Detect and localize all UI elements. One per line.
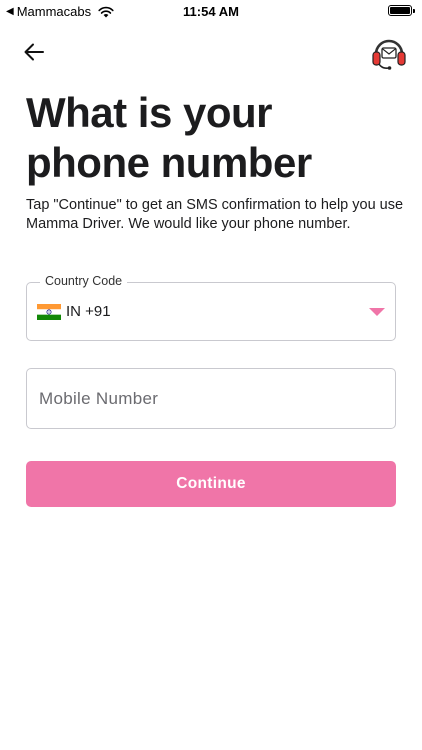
status-bar: ◀ Mammacabs 11:54 AM xyxy=(0,0,422,22)
battery-level xyxy=(390,7,410,14)
country-code-select[interactable]: Country Code IN +91 xyxy=(26,274,396,341)
page-title: What is your phone number xyxy=(26,89,312,186)
caret-down-icon xyxy=(369,308,385,316)
country-code-value-wrap: IN +91 xyxy=(37,303,111,320)
battery-icon xyxy=(388,5,415,16)
india-flag-icon xyxy=(37,303,61,320)
country-code-value: IN +91 xyxy=(66,303,111,320)
headset-support-icon xyxy=(372,39,406,70)
back-button[interactable] xyxy=(22,40,46,64)
continue-button[interactable]: Continue xyxy=(26,461,396,507)
mobile-number-input[interactable] xyxy=(26,368,396,429)
status-time: 11:54 AM xyxy=(183,4,239,19)
support-button[interactable] xyxy=(370,34,408,72)
page-subtitle: Tap "Continue" to get an SMS confirmatio… xyxy=(26,197,404,232)
arrow-left-icon xyxy=(24,43,44,61)
country-code-label: Country Code xyxy=(40,274,128,288)
